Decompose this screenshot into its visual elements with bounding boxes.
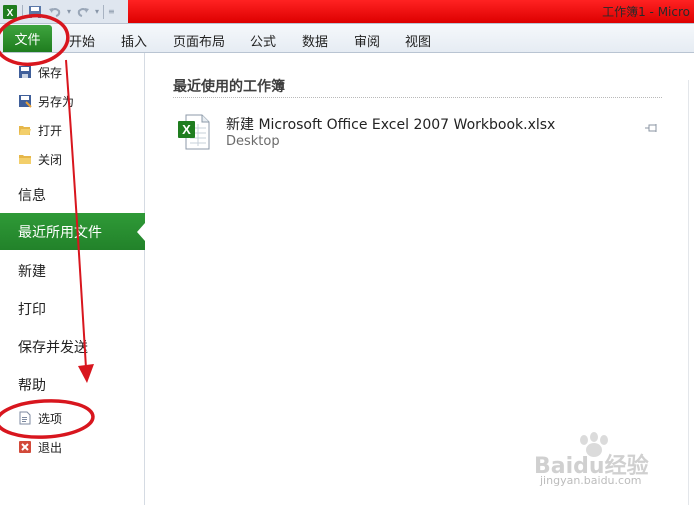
title-bar: X ▾ ▾ ≡ 工作簿1 - Micro (0, 0, 694, 24)
tab-insert[interactable]: 插入 (121, 31, 147, 50)
recent-file-name[interactable]: 新建 Microsoft Office Excel 2007 Workbook.… (226, 114, 555, 134)
tab-data[interactable]: 数据 (302, 31, 328, 50)
tab-page-layout[interactable]: 页面布局 (173, 31, 225, 50)
panel-divider (688, 80, 689, 505)
excel-file-icon: X (178, 114, 210, 153)
nav-item-new[interactable]: 新建 (18, 261, 46, 281)
customize-toolbar-icon[interactable]: ≡ (108, 7, 115, 16)
undo-dropdown-icon[interactable]: ▾ (67, 7, 71, 16)
toolbar-separator (103, 4, 105, 19)
recent-workbooks-heading: 最近使用的工作簿 (173, 79, 285, 95)
redo-dropdown-icon[interactable]: ▾ (95, 7, 99, 16)
open-folder-icon (18, 123, 32, 137)
redo-icon[interactable] (75, 4, 91, 20)
options-document-icon (18, 411, 32, 425)
save-icon (18, 65, 32, 79)
watermark-url: jingyan.baidu.com (540, 474, 642, 487)
nav-item-label: 另存为 (38, 94, 75, 109)
nav-item-label: 退出 (38, 440, 63, 455)
nav-item-save-send[interactable]: 保存并发送 (18, 337, 88, 357)
ribbon-tab-row (0, 24, 694, 53)
nav-item-print[interactable]: 打印 (18, 299, 46, 319)
close-folder-icon (18, 152, 32, 166)
nav-item-label: 打开 (38, 123, 63, 138)
nav-item-label: 选项 (38, 411, 63, 426)
nav-item-label: 保存 (38, 65, 63, 80)
svg-text:X: X (182, 122, 191, 137)
excel-app-icon[interactable]: X (2, 4, 18, 20)
nav-item-save-as[interactable]: 另存为 (18, 91, 74, 111)
heading-divider (173, 97, 662, 98)
nav-item-help[interactable]: 帮助 (18, 375, 46, 395)
file-tab[interactable]: 文件 (3, 25, 52, 52)
nav-item-exit[interactable]: 退出 (18, 437, 62, 457)
exit-close-icon (18, 440, 32, 454)
nav-item-save[interactable]: 保存 (18, 62, 62, 82)
undo-icon[interactable] (47, 4, 63, 20)
toolbar-separator (22, 4, 23, 19)
save-icon[interactable] (27, 4, 43, 20)
quick-access-toolbar: X ▾ ▾ ≡ (0, 0, 115, 23)
nav-item-recent[interactable]: 最近所用文件 (18, 222, 102, 242)
tab-view[interactable]: 视图 (405, 31, 431, 50)
window-title: 工作簿1 - Micro (602, 5, 690, 19)
nav-item-info[interactable]: 信息 (18, 185, 46, 205)
tab-review[interactable]: 审阅 (354, 31, 380, 50)
save-as-icon (18, 94, 32, 108)
tab-home[interactable]: 开始 (69, 31, 95, 50)
svg-text:X: X (7, 8, 14, 19)
nav-item-open[interactable]: 打开 (18, 120, 62, 140)
recent-file-location: Desktop (226, 134, 280, 149)
tab-formulas[interactable]: 公式 (250, 31, 276, 50)
nav-item-close[interactable]: 关闭 (18, 149, 62, 169)
pin-icon[interactable] (645, 122, 659, 136)
nav-item-options[interactable]: 选项 (18, 408, 62, 428)
nav-item-label: 关闭 (38, 152, 63, 167)
selected-indicator-arrow (137, 223, 145, 241)
